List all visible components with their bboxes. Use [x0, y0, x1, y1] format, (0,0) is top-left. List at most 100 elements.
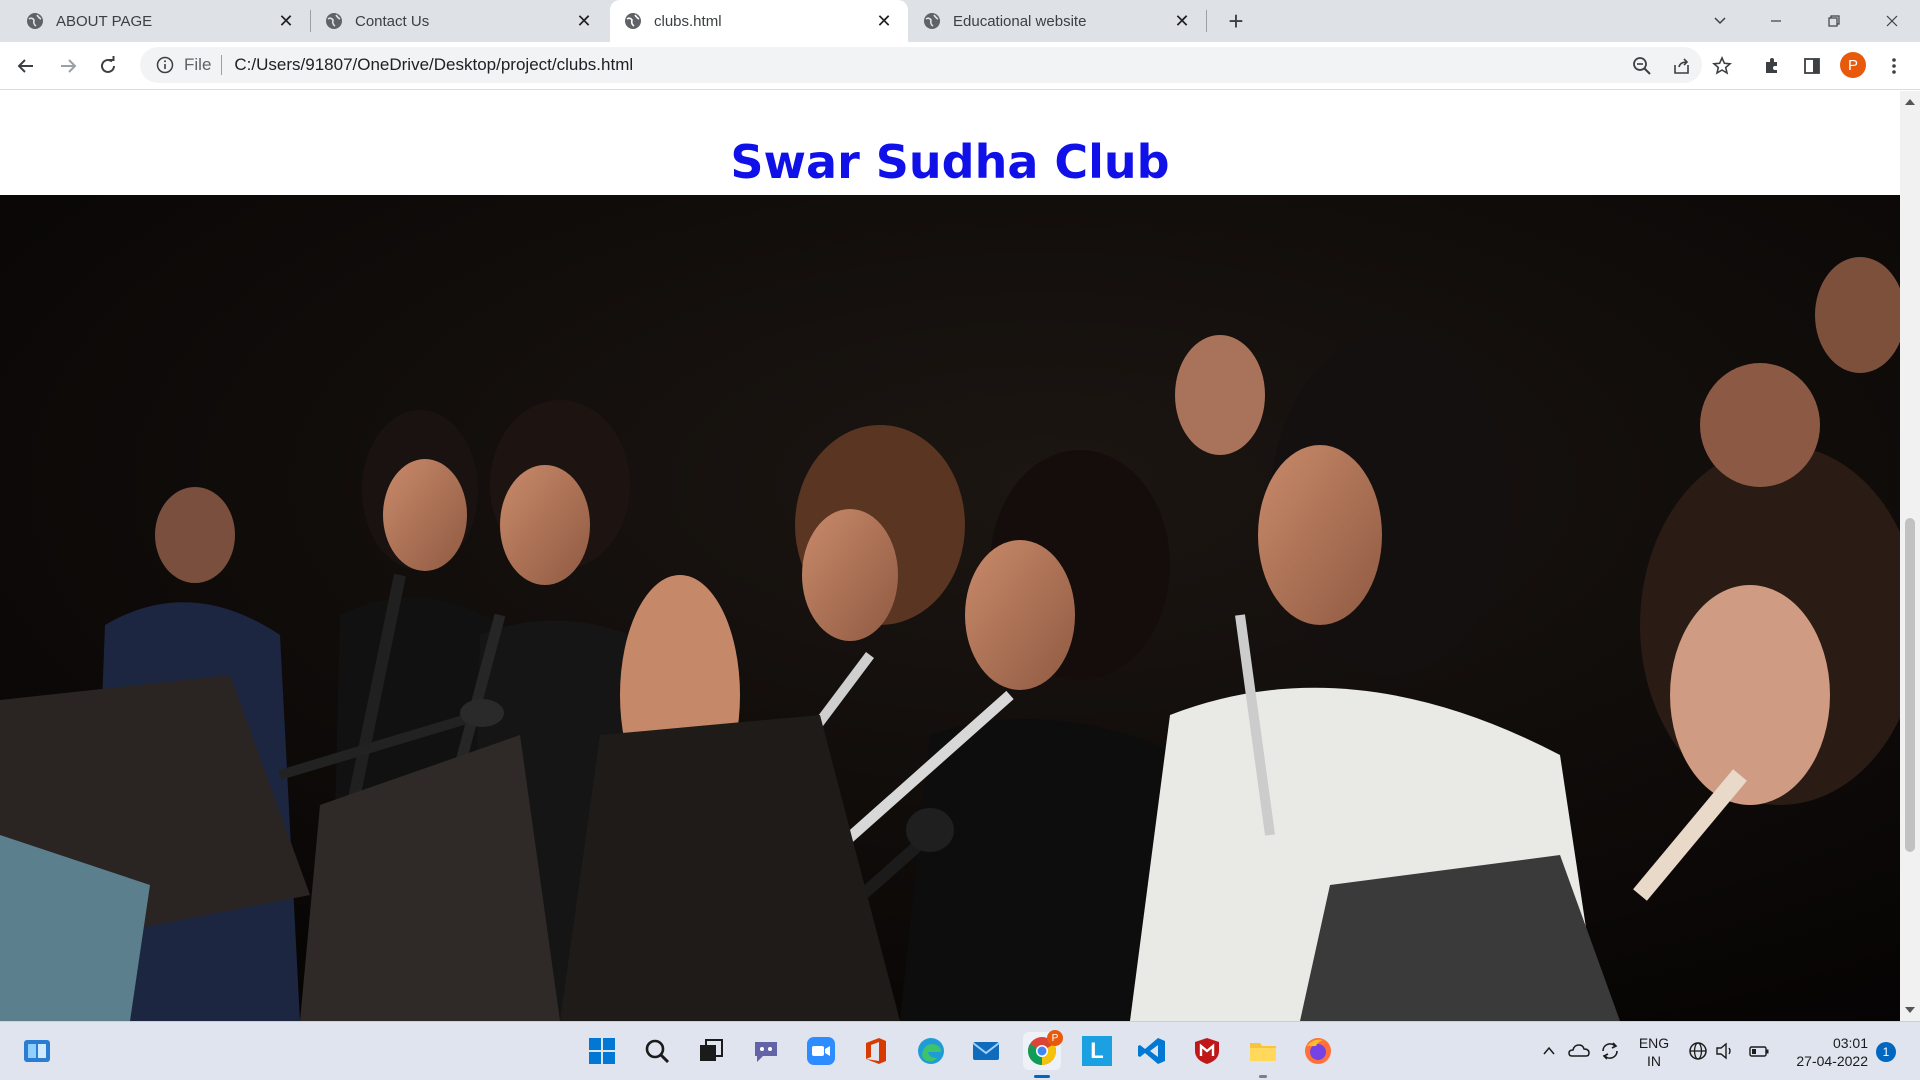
- network-tray-button[interactable]: [1687, 1040, 1709, 1062]
- chevron-down-icon: [1714, 17, 1726, 25]
- region-code: IN: [1647, 1053, 1661, 1069]
- browser-toolbar: File C:/Users/91807/OneDrive/Desktop/pro…: [0, 42, 1920, 90]
- firefox-button[interactable]: [1299, 1032, 1337, 1070]
- bookmark-button[interactable]: [1706, 50, 1738, 82]
- app-l-button[interactable]: L: [1078, 1032, 1116, 1070]
- scroll-down-arrow[interactable]: [1905, 1007, 1915, 1013]
- teams-chat-button[interactable]: [747, 1032, 785, 1070]
- zoom-app-button[interactable]: [802, 1032, 840, 1070]
- file-explorer-button[interactable]: [1244, 1032, 1282, 1070]
- chrome-button[interactable]: P: [1023, 1030, 1063, 1070]
- minimize-button[interactable]: [1748, 0, 1804, 42]
- side-panel-button[interactable]: [1796, 50, 1828, 82]
- chrome-profile-badge: P: [1047, 1030, 1063, 1046]
- vscode-icon: [1138, 1038, 1165, 1064]
- close-icon: [1886, 15, 1898, 27]
- page-title: Swar Sudha Club: [730, 135, 1170, 189]
- firefox-icon: [1305, 1038, 1331, 1064]
- search-icon: [645, 1039, 670, 1064]
- active-app-indicator: [1034, 1075, 1050, 1078]
- running-app-indicator: [1259, 1075, 1267, 1078]
- tab-educational-website[interactable]: Educational website ✕: [909, 0, 1206, 42]
- address-bar[interactable]: File C:/Users/91807/OneDrive/Desktop/pro…: [140, 47, 1702, 83]
- close-tab-icon[interactable]: ✕: [276, 11, 296, 31]
- mcafee-button[interactable]: [1188, 1032, 1226, 1070]
- tab-title: Educational website: [953, 12, 1087, 30]
- close-tab-icon[interactable]: ✕: [1172, 11, 1192, 31]
- windows-taskbar: P L ENG IN 03:01 27-04-2022 1: [0, 1021, 1920, 1080]
- url-divider: [221, 55, 223, 75]
- clock-date: 27-04-2022: [1796, 1053, 1868, 1069]
- globe-network-icon: [1689, 1042, 1707, 1060]
- tab-search-button[interactable]: [1692, 0, 1748, 42]
- new-tab-button[interactable]: +: [1221, 6, 1251, 36]
- office-button[interactable]: [857, 1032, 895, 1070]
- battery-icon: [1749, 1046, 1769, 1057]
- show-hidden-icons-button[interactable]: [1538, 1040, 1560, 1062]
- clock[interactable]: 03:01 27-04-2022: [1780, 1034, 1868, 1070]
- profile-avatar[interactable]: P: [1840, 52, 1866, 78]
- task-view-button[interactable]: [692, 1032, 730, 1070]
- page-viewport: Swar Sudha Club: [0, 91, 1900, 1021]
- edge-icon: [918, 1038, 944, 1064]
- hero-band-photo: [0, 195, 1900, 1021]
- tab-title: clubs.html: [654, 12, 722, 30]
- info-icon[interactable]: [156, 56, 174, 74]
- side-panel-icon: [1804, 58, 1820, 74]
- reload-button[interactable]: [92, 50, 124, 82]
- task-view-icon: [700, 1039, 723, 1061]
- zoom-icon: [807, 1037, 835, 1065]
- onedrive-icon: [1568, 1044, 1590, 1057]
- taskbar-search-button[interactable]: [638, 1032, 676, 1070]
- chevron-up-icon: [1543, 1046, 1555, 1055]
- scroll-up-arrow[interactable]: [1905, 99, 1915, 105]
- page-scrollbar[interactable]: [1900, 91, 1920, 1021]
- start-button[interactable]: [583, 1032, 621, 1070]
- globe-icon: [924, 13, 940, 29]
- tab-title: ABOUT PAGE: [56, 12, 153, 30]
- back-button[interactable]: [10, 50, 42, 82]
- share-icon: [1674, 58, 1689, 74]
- globe-icon: [625, 13, 641, 29]
- widgets-button[interactable]: [18, 1032, 56, 1070]
- sync-icon: [1602, 1042, 1618, 1060]
- tab-divider: [1206, 10, 1207, 32]
- restore-button[interactable]: [1806, 0, 1862, 42]
- url-text[interactable]: C:/Users/91807/OneDrive/Desktop/project/…: [234, 55, 633, 75]
- globe-icon: [27, 13, 43, 29]
- sync-tray-button[interactable]: [1599, 1040, 1621, 1062]
- menu-icon: [1892, 58, 1896, 74]
- mail-button[interactable]: [967, 1032, 1005, 1070]
- office-icon: [866, 1038, 886, 1064]
- tab-clubs-active[interactable]: clubs.html ✕: [610, 0, 908, 42]
- url-scheme-label: File: [184, 55, 212, 74]
- tab-about-page[interactable]: ABOUT PAGE ✕: [0, 0, 310, 42]
- zoom-button[interactable]: [1626, 50, 1658, 82]
- close-window-button[interactable]: [1864, 0, 1920, 42]
- input-language-indicator[interactable]: ENG IN: [1632, 1034, 1676, 1070]
- speaker-icon: [1716, 1042, 1731, 1060]
- mcafee-icon: [1195, 1038, 1219, 1064]
- edge-button[interactable]: [912, 1032, 950, 1070]
- minimize-icon: [1771, 20, 1781, 22]
- volume-tray-button[interactable]: [1714, 1040, 1736, 1062]
- tab-contact-us[interactable]: Contact Us ✕: [311, 0, 608, 42]
- file-explorer-icon: [1250, 1043, 1276, 1061]
- tab-title: Contact Us: [355, 12, 430, 30]
- vscode-button[interactable]: [1133, 1032, 1171, 1070]
- battery-tray-button[interactable]: [1748, 1040, 1770, 1062]
- forward-icon: [61, 59, 77, 73]
- reload-icon: [101, 56, 115, 73]
- forward-button[interactable]: [52, 50, 84, 82]
- windows-start-icon: [589, 1038, 615, 1064]
- notification-badge[interactable]: 1: [1876, 1042, 1896, 1062]
- extensions-button[interactable]: [1756, 50, 1788, 82]
- close-tab-icon[interactable]: ✕: [574, 11, 594, 31]
- mail-icon: [972, 1042, 1000, 1060]
- scroll-thumb[interactable]: [1905, 518, 1915, 852]
- share-button[interactable]: [1666, 50, 1698, 82]
- onedrive-tray-button[interactable]: [1568, 1040, 1590, 1062]
- bookmark-star-icon: [1712, 56, 1732, 75]
- browser-menu-button[interactable]: [1878, 50, 1910, 82]
- close-tab-icon[interactable]: ✕: [874, 11, 894, 31]
